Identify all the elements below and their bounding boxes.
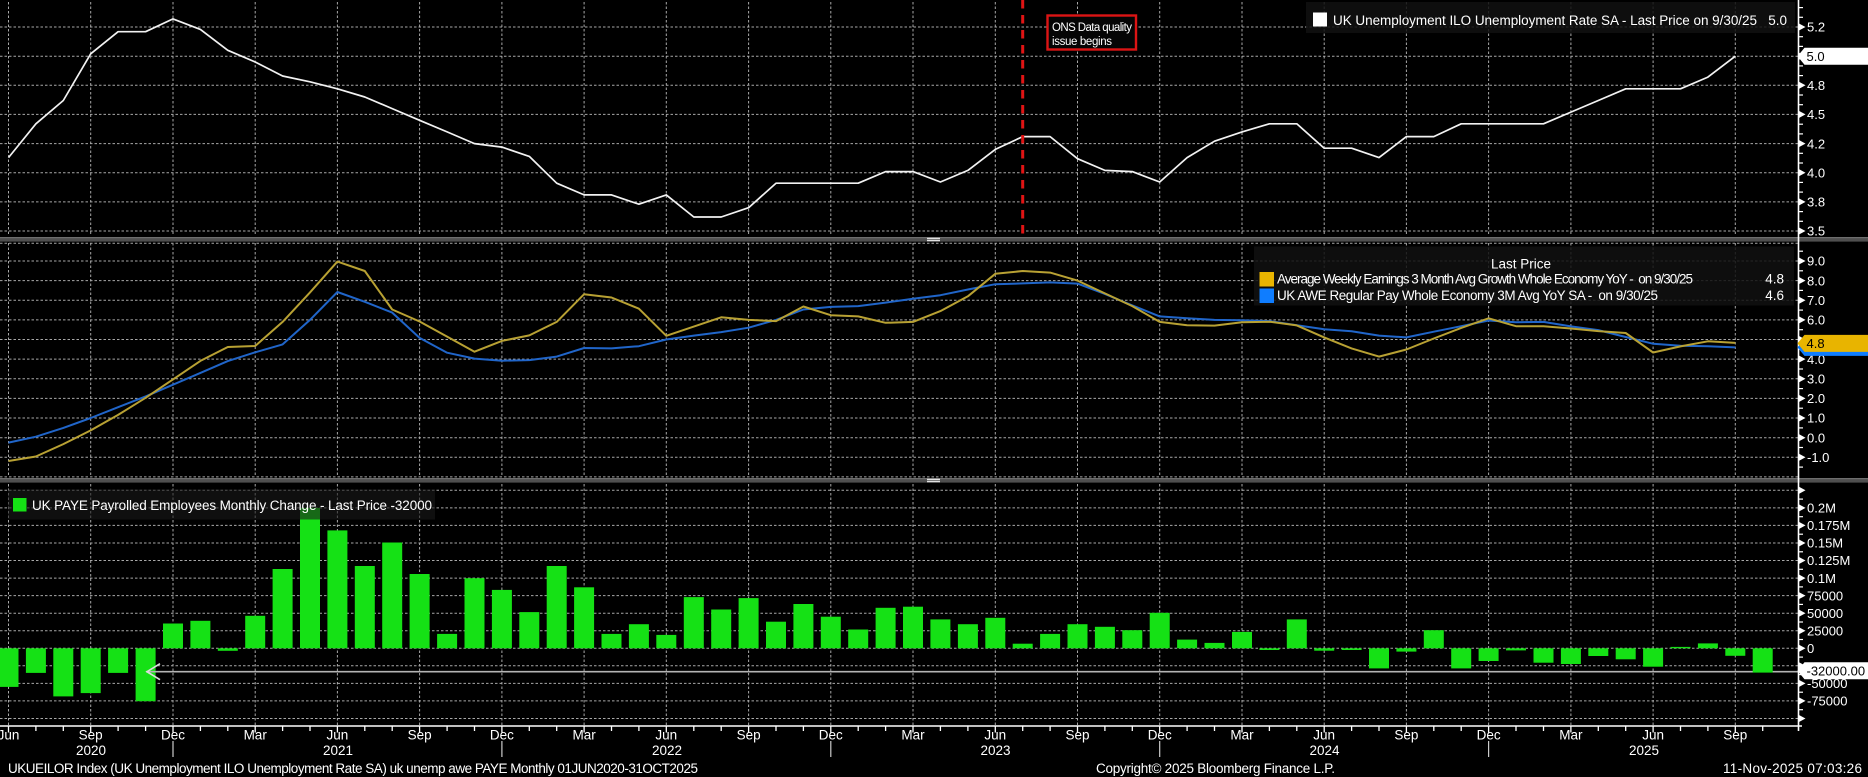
svg-text:issue begins: issue begins [1052,36,1112,48]
svg-text:UK AWE Regular Pay Whole Econo: UK AWE Regular Pay Whole Economy 3M Avg … [1277,288,1658,303]
svg-text:75000: 75000 [1807,588,1843,603]
svg-text:0.125M: 0.125M [1807,553,1850,568]
svg-text:UKUEILOR Index (UK Unemploymen: UKUEILOR Index (UK Unemployment ILO Unem… [8,761,698,776]
svg-text:5.0: 5.0 [1768,13,1787,28]
svg-text:Jun: Jun [1313,728,1335,743]
svg-text:8.0: 8.0 [1807,273,1825,288]
svg-text:2024: 2024 [1309,743,1340,758]
svg-text:-32000.00: -32000.00 [1807,664,1866,679]
svg-text:Dec: Dec [819,728,843,743]
svg-text:0: 0 [1807,641,1814,656]
svg-text:4.8: 4.8 [1807,336,1825,351]
svg-text:Average Weekly Earnings 3 Mont: Average Weekly Earnings 3 Month Avg Grow… [1277,272,1693,287]
svg-text:2.0: 2.0 [1807,391,1825,406]
svg-text:3.0: 3.0 [1807,372,1825,387]
svg-text:Dec: Dec [161,728,185,743]
svg-text:Jun: Jun [327,728,349,743]
svg-text:Jun: Jun [0,728,19,743]
svg-text:-75000: -75000 [1807,694,1847,709]
svg-text:3.8: 3.8 [1807,195,1825,210]
svg-text:Mar: Mar [1559,728,1583,743]
svg-text:Sep: Sep [1723,728,1747,743]
svg-text:5.0: 5.0 [1807,49,1825,64]
svg-text:Mar: Mar [244,728,268,743]
svg-text:6.0: 6.0 [1807,313,1825,328]
svg-text:Sep: Sep [408,728,432,743]
svg-text:Last Price: Last Price [1491,257,1551,272]
svg-text:2021: 2021 [323,743,353,758]
svg-text:Jun: Jun [984,728,1006,743]
svg-text:50000: 50000 [1807,606,1843,621]
svg-text:7.0: 7.0 [1807,293,1825,308]
svg-text:4.0: 4.0 [1807,165,1825,180]
svg-text:0.2M: 0.2M [1807,501,1836,516]
svg-text:2023: 2023 [980,743,1010,758]
svg-text:11-Nov-2025 07:03:26: 11-Nov-2025 07:03:26 [1723,761,1862,776]
svg-text:25000: 25000 [1807,624,1843,639]
svg-text:Mar: Mar [1230,728,1254,743]
svg-text:Dec: Dec [1148,728,1172,743]
svg-text:Sep: Sep [737,728,761,743]
svg-text:ONS Data quality: ONS Data quality [1052,22,1132,34]
svg-text:Mar: Mar [572,728,596,743]
svg-text:9.0: 9.0 [1807,254,1825,269]
svg-text:Jun: Jun [655,728,677,743]
svg-text:5.2: 5.2 [1807,20,1825,35]
svg-text:Sep: Sep [79,728,103,743]
svg-text:0.1M: 0.1M [1807,571,1836,586]
svg-text:4.2: 4.2 [1807,136,1825,151]
svg-text:4.8: 4.8 [1807,78,1825,93]
svg-text:Copyright© 2025 Bloomberg Fina: Copyright© 2025 Bloomberg Finance L.P. [1096,761,1335,776]
svg-text:2022: 2022 [652,743,682,758]
svg-text:0.175M: 0.175M [1807,518,1850,533]
svg-text:4.5: 4.5 [1807,107,1825,122]
svg-text:1.0: 1.0 [1807,411,1825,426]
svg-text:0.15M: 0.15M [1807,536,1843,551]
svg-text:Dec: Dec [490,728,514,743]
svg-text:3.5: 3.5 [1807,224,1825,239]
svg-text:UK Unemployment ILO Unemployme: UK Unemployment ILO Unemployment Rate SA… [1333,13,1757,28]
svg-text:2025: 2025 [1629,743,1659,758]
svg-text:Sep: Sep [1394,728,1418,743]
svg-text:2020: 2020 [76,743,106,758]
svg-text:-1.0: -1.0 [1807,450,1829,465]
svg-text:0.0: 0.0 [1807,430,1825,445]
svg-text:Jun: Jun [1642,728,1664,743]
svg-text:4.8: 4.8 [1765,272,1784,287]
svg-text:Dec: Dec [1477,728,1501,743]
svg-text:4.6: 4.6 [1765,288,1784,303]
svg-text:Sep: Sep [1065,728,1089,743]
svg-text:Mar: Mar [901,728,925,743]
svg-text:UK PAYE Payrolled Employees Mo: UK PAYE Payrolled Employees Monthly Chan… [32,498,432,513]
